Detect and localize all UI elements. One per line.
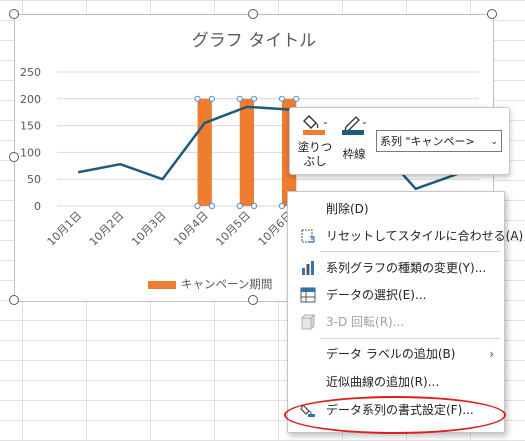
resize-handle-bottom-center[interactable] (248, 295, 258, 305)
menu-item-label: 近似曲線の追加(R)... (326, 375, 440, 389)
chart-title: グラフ タイトル (192, 31, 316, 51)
resize-handle-bottom-left[interactable] (9, 295, 19, 305)
outline-button[interactable]: ⌄ 枠線 (339, 112, 369, 170)
pen-icon: ⌄ (342, 116, 368, 135)
menu-item-label: 系列グラフの種類の変更(Y)... (326, 261, 487, 275)
outline-label: 枠線 (342, 147, 366, 161)
menu-item-select-data[interactable]: データの選択(E)... (288, 283, 504, 307)
chevron-right-icon: › (489, 347, 494, 361)
menu-item-add-trendline[interactable]: 近似曲線の追加(R)... (288, 370, 504, 394)
menu-separator (320, 338, 500, 339)
menu-separator (320, 251, 500, 252)
x-tick-label: 10月2日 (87, 209, 127, 249)
bar-selection-marker (278, 202, 286, 210)
menu-item-delete[interactable]: 削除(D) (288, 197, 504, 221)
resize-handle-top-right[interactable] (487, 9, 497, 19)
svg-text:⌄: ⌄ (361, 117, 368, 126)
bar-selection-marker (250, 95, 258, 102)
menu-item-label: 削除(D) (326, 202, 369, 216)
y-tick-label: 100 (20, 146, 41, 159)
reset-style-icon (301, 229, 315, 243)
fill-button[interactable]: ⌄ 塗りつ ぶし (296, 112, 334, 170)
fill-label-line1: 塗りつ (297, 140, 333, 154)
menu-item-label: データの選択(E)... (326, 288, 427, 302)
chevron-down-icon: ⌄ (490, 137, 498, 147)
paint-bucket-icon: ⌄ (303, 115, 329, 135)
bar-selection-marker (208, 95, 215, 102)
bar-selection-marker (250, 202, 258, 210)
bar-selection-marker (194, 202, 201, 210)
y-tick-label: 150 (20, 120, 41, 133)
series-select[interactable]: 系列 "キャンペー> ⌄ (376, 130, 502, 152)
select-data-icon (300, 287, 316, 303)
bar-selection-marker (293, 95, 300, 102)
menu-item-label: 3-D 回転(R)... (326, 315, 405, 329)
menu-item-add-data-labels[interactable]: データ ラベルの追加(B) › (288, 342, 504, 366)
bar-selection-marker (236, 202, 243, 210)
bar-selection-marker (194, 95, 201, 102)
y-tick-label: 0 (34, 200, 41, 213)
legend-label: キャンペーン期間 (181, 277, 272, 291)
y-tick-label: 50 (27, 173, 41, 186)
menu-item-change-chart-type[interactable]: 系列グラフの種類の変更(Y)... (288, 256, 504, 280)
bar-selection-marker (278, 95, 286, 102)
chart-type-icon (302, 261, 314, 275)
menu-item-label: データ ラベルの追加(B) (326, 347, 456, 361)
menu-item-reset-style[interactable]: リセットしてスタイルに合わせる(A) (288, 224, 523, 248)
rotation-3d-icon (300, 314, 316, 330)
mini-toolbar: ⌄ 塗りつ ぶし ⌄ 枠線 系列 "キャンペー> ⌄ (289, 107, 510, 175)
x-tick-label: 10月4日 (171, 209, 211, 249)
y-tick-label: 250 (20, 66, 41, 79)
fill-label-line2: ぶし (303, 154, 327, 168)
x-tick-label: 10月3日 (129, 209, 169, 249)
svg-text:⌄: ⌄ (322, 117, 329, 126)
resize-handle-top-left[interactable] (9, 9, 19, 19)
y-tick-label: 200 (20, 93, 41, 106)
bar (197, 98, 212, 206)
resize-handle-middle-left[interactable] (9, 152, 19, 162)
highlight-oval (284, 396, 506, 434)
menu-item-label: リセットしてスタイルに合わせる(A) (326, 229, 524, 243)
bar-selection-marker (236, 95, 243, 102)
legend-swatch (148, 281, 176, 289)
x-tick-label: 10月1日 (45, 209, 85, 249)
x-tick-label: 10月5日 (213, 209, 253, 249)
bar (239, 98, 255, 206)
menu-item-3d-rotation: 3-D 回転(R)... (288, 310, 504, 334)
series-select-value: 系列 "キャンペー> (380, 135, 475, 148)
bar-selection-marker (208, 202, 215, 210)
resize-handle-top-center[interactable] (248, 9, 258, 19)
